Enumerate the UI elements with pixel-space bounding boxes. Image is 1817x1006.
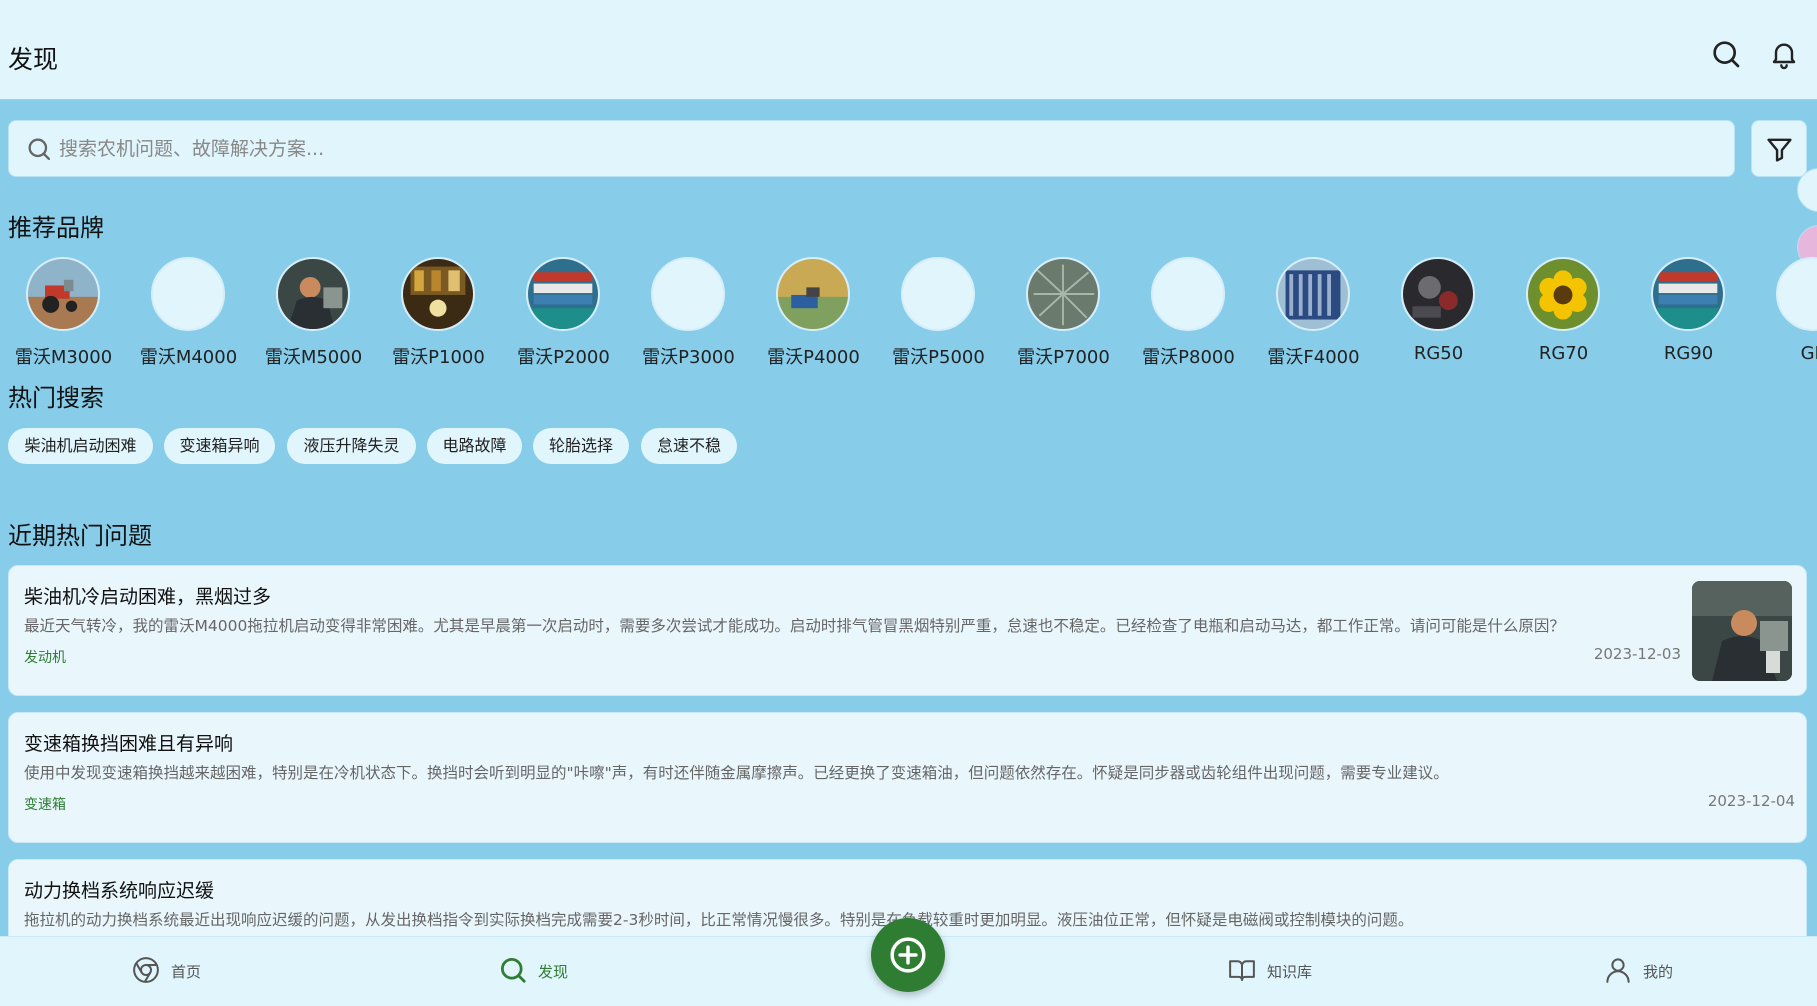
question-description: 最近天气转冷，我的雷沃M4000拖拉机启动变得非常困难。尤其是早晨第一次启动时，… [24,617,1565,635]
question-date: 2023-12-04 [1707,792,1795,810]
add-circle-icon [890,937,926,973]
brand-avatar [1026,257,1100,331]
nav-knowledge[interactable]: 知识库 [1227,937,1347,1006]
brand-label: RG70 [1538,343,1589,364]
brand-avatar [776,257,850,331]
brand-avatar [151,257,225,331]
brand-label: 雷沃P5000 [892,347,985,368]
brand-avatar [1276,257,1350,331]
question-title: 柴油机冷启动困难，黑烟过多 [24,586,272,608]
brand-label: 雷沃P1000 [392,347,485,368]
brand-label: 雷沃P2000 [517,347,610,368]
hot-search-chip[interactable]: 液压升降失灵 [287,428,416,464]
brand-label: 雷沃P4000 [767,347,860,368]
search-icon [25,135,53,163]
brand-avatar [276,257,350,331]
brand-avatar [26,257,100,331]
brand-item[interactable]: 雷沃M5000 [251,255,376,370]
brand-item[interactable]: RG50 [1376,255,1501,370]
search-input[interactable] [59,121,1719,176]
brand-item[interactable]: 雷沃P2000 [501,255,626,370]
brand-label: 雷沃M4000 [139,347,238,368]
nav-discover-label: 发现 [538,963,569,981]
question-title: 动力换档系统响应迟缓 [24,880,215,902]
recent-questions-section-title: 近期热门问题 [8,522,152,550]
home-chrome-icon [133,957,159,983]
hot-search-chip[interactable]: 怠速不稳 [641,428,737,464]
brand-label: 雷沃P7000 [1017,347,1110,368]
question-card[interactable]: 柴油机冷启动困难，黑烟过多 最近天气转冷，我的雷沃M4000拖拉机启动变得非常困… [8,565,1807,696]
nav-home-label: 首页 [171,963,202,981]
brand-item[interactable]: 雷沃P4000 [751,255,876,370]
brand-item[interactable]: 雷沃M3000 [1,255,126,370]
brand-label: GK [1800,343,1817,364]
brand-item[interactable]: 雷沃P1000 [376,255,501,370]
brand-item[interactable]: 雷沃P7000 [1001,255,1126,370]
hot-search-chip[interactable]: 轮胎选择 [533,428,629,464]
brand-item[interactable]: 雷沃P5000 [876,255,1001,370]
brand-avatar [526,257,600,331]
brand-label: 雷沃F4000 [1267,347,1360,368]
question-card[interactable]: 变速箱换挡困难且有异响 使用中发现变速箱换挡越来越困难，特别是在冷机状态下。换挡… [8,712,1807,843]
brand-item[interactable]: RG70 [1501,255,1626,370]
brand-item[interactable]: 雷沃F4000 [1251,255,1376,370]
hot-search-chip[interactable]: 柴油机启动困难 [8,428,153,464]
nav-home[interactable]: 首页 [131,937,241,1006]
question-date: 2023-12-03 [1593,645,1681,663]
search-icon[interactable] [1710,38,1742,70]
hot-search-chip[interactable]: 电路故障 [427,428,522,464]
question-description: 拖拉机的动力换档系统最近出现响应迟缓的问题，从发出换档指令到实际换档完成需要2-… [24,911,1414,929]
hot-search-chip[interactable]: 变速箱异响 [164,428,275,464]
brand-item[interactable]: RG90 [1626,255,1751,370]
nav-mine-label: 我的 [1643,963,1674,981]
brand-item[interactable]: 雷沃M4000 [126,255,251,370]
search-icon [501,958,526,983]
brand-avatar [901,257,975,331]
question-tag[interactable]: 变速箱 [24,794,66,814]
top-app-bar: 发现 [0,0,1817,100]
nav-discover[interactable]: 发现 [498,937,608,1006]
brand-item[interactable]: GK [1751,255,1817,370]
hot-search-section-title: 热门搜索 [8,384,104,412]
brand-avatar [1151,257,1225,331]
discover-page: 发现 推荐品牌 雷沃M3000 雷沃M4000 雷沃M5000 雷沃P1000 雷沃P2… [0,0,1817,1006]
brand-avatar [1526,257,1600,331]
filter-icon [1767,138,1792,162]
brand-label: 雷沃P3000 [642,347,735,368]
search-bar [8,120,1735,177]
brand-item[interactable]: 雷沃P8000 [1126,255,1251,370]
brand-avatar [1651,257,1725,331]
create-post-button[interactable] [871,918,945,992]
brand-avatar [1401,257,1475,331]
nav-mine[interactable]: 我的 [1603,937,1703,1006]
question-description: 使用中发现变速箱换挡越来越困难，特别是在冷机状态下。换挡时会听到明显的"咔嚓"声… [24,764,1449,782]
nav-knowledge-label: 知识库 [1267,963,1313,981]
brand-avatar [401,257,475,331]
brand-label: RG90 [1663,343,1714,364]
brand-item[interactable]: 雷沃P3000 [626,255,751,370]
brand-avatar [651,257,725,331]
user-icon [1606,958,1630,983]
brands-section-title: 推荐品牌 [8,214,104,242]
brand-list: 雷沃M3000 雷沃M4000 雷沃M5000 雷沃P1000 雷沃P2000 雷沃P30… [0,255,1817,370]
brand-avatar [1776,257,1817,331]
bell-icon[interactable] [1768,38,1800,70]
question-title: 变速箱换挡困难且有异响 [24,733,234,755]
brand-label: 雷沃M5000 [264,347,363,368]
brand-label: 雷沃P8000 [1142,347,1235,368]
book-icon [1229,960,1255,981]
question-tag[interactable]: 发动机 [24,647,66,667]
page-title: 发现 [8,45,59,74]
filter-button[interactable] [1751,120,1807,177]
brand-label: RG50 [1413,343,1464,364]
question-thumbnail [1692,581,1792,681]
